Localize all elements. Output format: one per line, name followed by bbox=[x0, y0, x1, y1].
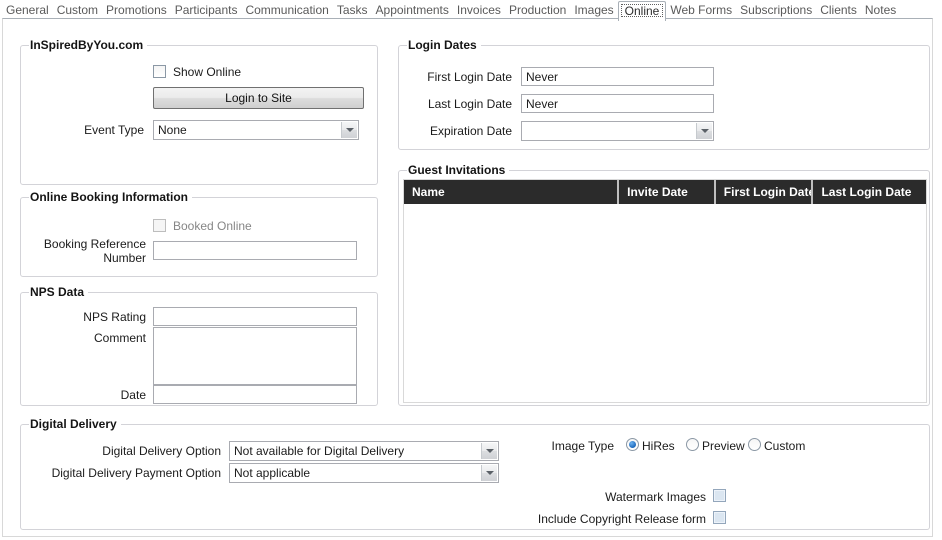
watermark-images-checkbox[interactable] bbox=[713, 489, 726, 502]
expiration-date-label: Expiration Date bbox=[399, 124, 512, 138]
groupbox-nps-data-title: NPS Data bbox=[29, 285, 88, 300]
nps-date-input[interactable] bbox=[153, 385, 357, 404]
tab-bar: General Custom Promotions Participants C… bbox=[0, 0, 942, 19]
tab-subscriptions[interactable]: Subscriptions bbox=[736, 1, 816, 18]
tab-tasks[interactable]: Tasks bbox=[333, 1, 372, 18]
show-online-label: Show Online bbox=[173, 65, 241, 79]
digital-delivery-option-combo[interactable]: Not available for Digital Delivery bbox=[229, 441, 499, 461]
include-copyright-release-checkbox[interactable] bbox=[713, 511, 726, 524]
nps-date-label: Date bbox=[21, 388, 146, 402]
groupbox-online-booking: Online Booking Information Booked Online… bbox=[20, 197, 378, 277]
expiration-date-combo[interactable] bbox=[521, 121, 714, 141]
tab-notes[interactable]: Notes bbox=[861, 1, 900, 18]
tab-web-forms[interactable]: Web Forms bbox=[666, 1, 736, 18]
guest-invitations-table-body[interactable] bbox=[404, 204, 926, 402]
column-header-last-login-date[interactable]: Last Login Date bbox=[811, 180, 926, 204]
image-type-radio-custom-label: Custom bbox=[764, 439, 805, 453]
first-login-date-input[interactable] bbox=[521, 67, 714, 86]
event-type-combo[interactable]: None bbox=[153, 120, 359, 140]
tab-participants[interactable]: Participants bbox=[171, 1, 242, 18]
tab-online[interactable]: Online bbox=[618, 1, 667, 21]
tab-custom[interactable]: Custom bbox=[53, 1, 102, 18]
first-login-date-label: First Login Date bbox=[399, 70, 512, 84]
groupbox-nps-data: NPS Data NPS Rating Comment Date bbox=[20, 292, 378, 406]
watermark-images-label: Watermark Images bbox=[406, 490, 706, 504]
booked-online-checkbox[interactable] bbox=[153, 219, 166, 232]
image-type-radio-hires[interactable] bbox=[626, 438, 639, 451]
nps-rating-label: NPS Rating bbox=[21, 310, 146, 324]
include-copyright-release-label: Include Copyright Release form bbox=[406, 512, 706, 526]
booked-online-label: Booked Online bbox=[173, 219, 252, 233]
tab-production[interactable]: Production bbox=[505, 1, 570, 18]
groupbox-online-booking-title: Online Booking Information bbox=[29, 190, 192, 205]
column-header-first-login-date[interactable]: First Login Date bbox=[714, 180, 812, 204]
tab-promotions[interactable]: Promotions bbox=[102, 1, 171, 18]
last-login-date-input[interactable] bbox=[521, 94, 714, 113]
groupbox-inspiredbyyou-title: InSpiredByYou.com bbox=[29, 38, 147, 53]
nps-rating-input[interactable] bbox=[153, 307, 357, 326]
groupbox-digital-delivery-title: Digital Delivery bbox=[29, 417, 121, 432]
groupbox-digital-delivery: Digital Delivery Digital Delivery Option… bbox=[20, 424, 930, 530]
column-header-name[interactable]: Name bbox=[404, 180, 617, 204]
event-type-value: None bbox=[158, 122, 338, 138]
chevron-down-icon[interactable] bbox=[696, 123, 712, 139]
digital-delivery-option-value: Not available for Digital Delivery bbox=[234, 443, 478, 459]
booking-reference-input[interactable] bbox=[153, 241, 357, 260]
tab-invoices[interactable]: Invoices bbox=[453, 1, 505, 18]
tab-clients[interactable]: Clients bbox=[816, 1, 861, 18]
client-record-window: General Custom Promotions Participants C… bbox=[0, 0, 942, 540]
image-type-radio-hires-label: HiRes bbox=[642, 439, 675, 453]
image-type-radio-custom[interactable] bbox=[748, 438, 761, 451]
digital-delivery-payment-option-label: Digital Delivery Payment Option bbox=[21, 466, 221, 480]
tab-communication[interactable]: Communication bbox=[241, 1, 332, 18]
groupbox-guest-invitations-title: Guest Invitations bbox=[407, 163, 509, 178]
guest-invitations-table-header: Name Invite Date First Login Date Last L… bbox=[404, 180, 926, 204]
digital-delivery-payment-option-combo[interactable]: Not applicable bbox=[229, 463, 499, 483]
nps-comment-label: Comment bbox=[21, 331, 146, 345]
tab-online-label: Online bbox=[625, 4, 660, 18]
last-login-date-label: Last Login Date bbox=[399, 97, 512, 111]
digital-delivery-payment-option-value: Not applicable bbox=[234, 465, 478, 481]
guest-invitations-table[interactable]: Name Invite Date First Login Date Last L… bbox=[403, 179, 927, 403]
image-type-radio-preview[interactable] bbox=[686, 438, 699, 451]
groupbox-guest-invitations: Guest Invitations Name Invite Date First… bbox=[398, 170, 930, 406]
login-to-site-button[interactable]: Login to Site bbox=[153, 87, 364, 109]
image-type-label: Image Type bbox=[471, 439, 614, 453]
groupbox-login-dates-title: Login Dates bbox=[407, 38, 481, 53]
show-online-checkbox[interactable] bbox=[153, 65, 166, 78]
groupbox-login-dates: Login Dates First Login Date Last Login … bbox=[398, 45, 930, 150]
nps-comment-textarea[interactable] bbox=[153, 327, 357, 385]
image-type-radio-preview-label: Preview bbox=[702, 439, 745, 453]
tab-general[interactable]: General bbox=[2, 1, 53, 18]
column-header-invite-date[interactable]: Invite Date bbox=[617, 180, 714, 204]
tab-appointments[interactable]: Appointments bbox=[372, 1, 453, 18]
event-type-label: Event Type bbox=[21, 123, 144, 137]
chevron-down-icon[interactable] bbox=[481, 465, 497, 481]
digital-delivery-option-label: Digital Delivery Option bbox=[21, 444, 221, 458]
groupbox-inspiredbyyou: InSpiredByYou.com Show Online Login to S… bbox=[20, 45, 378, 185]
chevron-down-icon[interactable] bbox=[341, 122, 357, 138]
booking-reference-label: Booking Reference Number bbox=[21, 237, 146, 265]
tab-images[interactable]: Images bbox=[570, 1, 617, 18]
